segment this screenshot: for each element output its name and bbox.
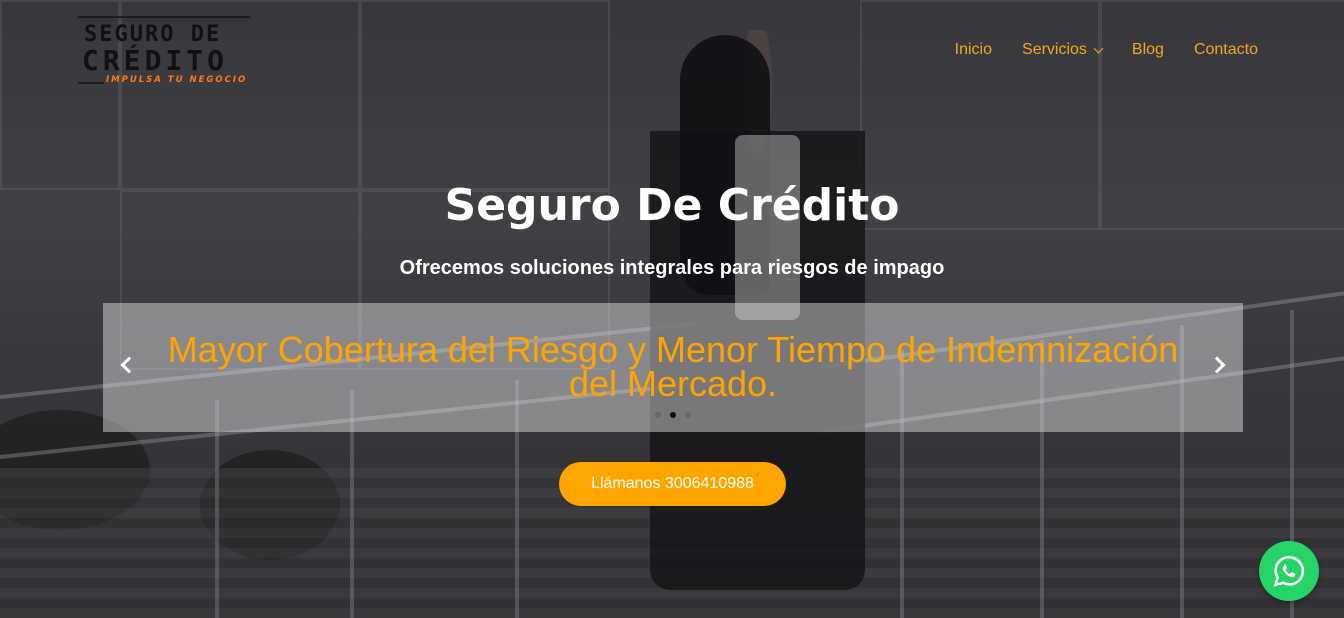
text-slider: Mayor Cobertura del Riesgo y Menor Tiemp… (103, 303, 1243, 432)
hero-title: Seguro De Crédito (444, 180, 900, 231)
slider-dot-active[interactable] (670, 412, 676, 418)
logo-line2: CRÉDITO (82, 44, 229, 77)
slide-text: Mayor Cobertura del Riesgo y Menor Tiemp… (167, 329, 1179, 404)
chevron-left-icon[interactable] (120, 356, 138, 374)
chevron-right-icon[interactable] (1208, 356, 1226, 374)
slider-dot[interactable] (685, 412, 691, 418)
nav-item-inicio[interactable]: Inicio (955, 41, 992, 59)
chevron-down-icon (1093, 43, 1104, 53)
site-logo[interactable]: SEGURO DE CRÉDITO IMPULSA TU NEGOCIO (78, 16, 250, 88)
nav-item-label: Blog (1131, 41, 1164, 58)
main-nav: Inicio Servicios Blog Contacto (955, 41, 1258, 59)
nav-item-label: Contacto (1193, 41, 1258, 58)
nav-item-label: Inicio (954, 41, 993, 58)
nav-item-label: Servicios (1022, 41, 1087, 58)
whatsapp-icon (1273, 555, 1305, 587)
nav-item-servicios[interactable]: Servicios (1022, 41, 1104, 59)
nav-item-blog[interactable]: Blog (1132, 41, 1164, 59)
slider-dot[interactable] (655, 412, 661, 418)
whatsapp-button[interactable] (1259, 541, 1319, 601)
hero-subtitle: Ofrecemos soluciones integrales para rie… (399, 257, 945, 279)
logo-tagline: IMPULSA TU NEGOCIO (106, 75, 248, 85)
nav-item-contacto[interactable]: Contacto (1194, 41, 1258, 59)
slider-dots (103, 412, 1243, 418)
call-button[interactable]: Llámanos 3006410988 (559, 462, 786, 506)
